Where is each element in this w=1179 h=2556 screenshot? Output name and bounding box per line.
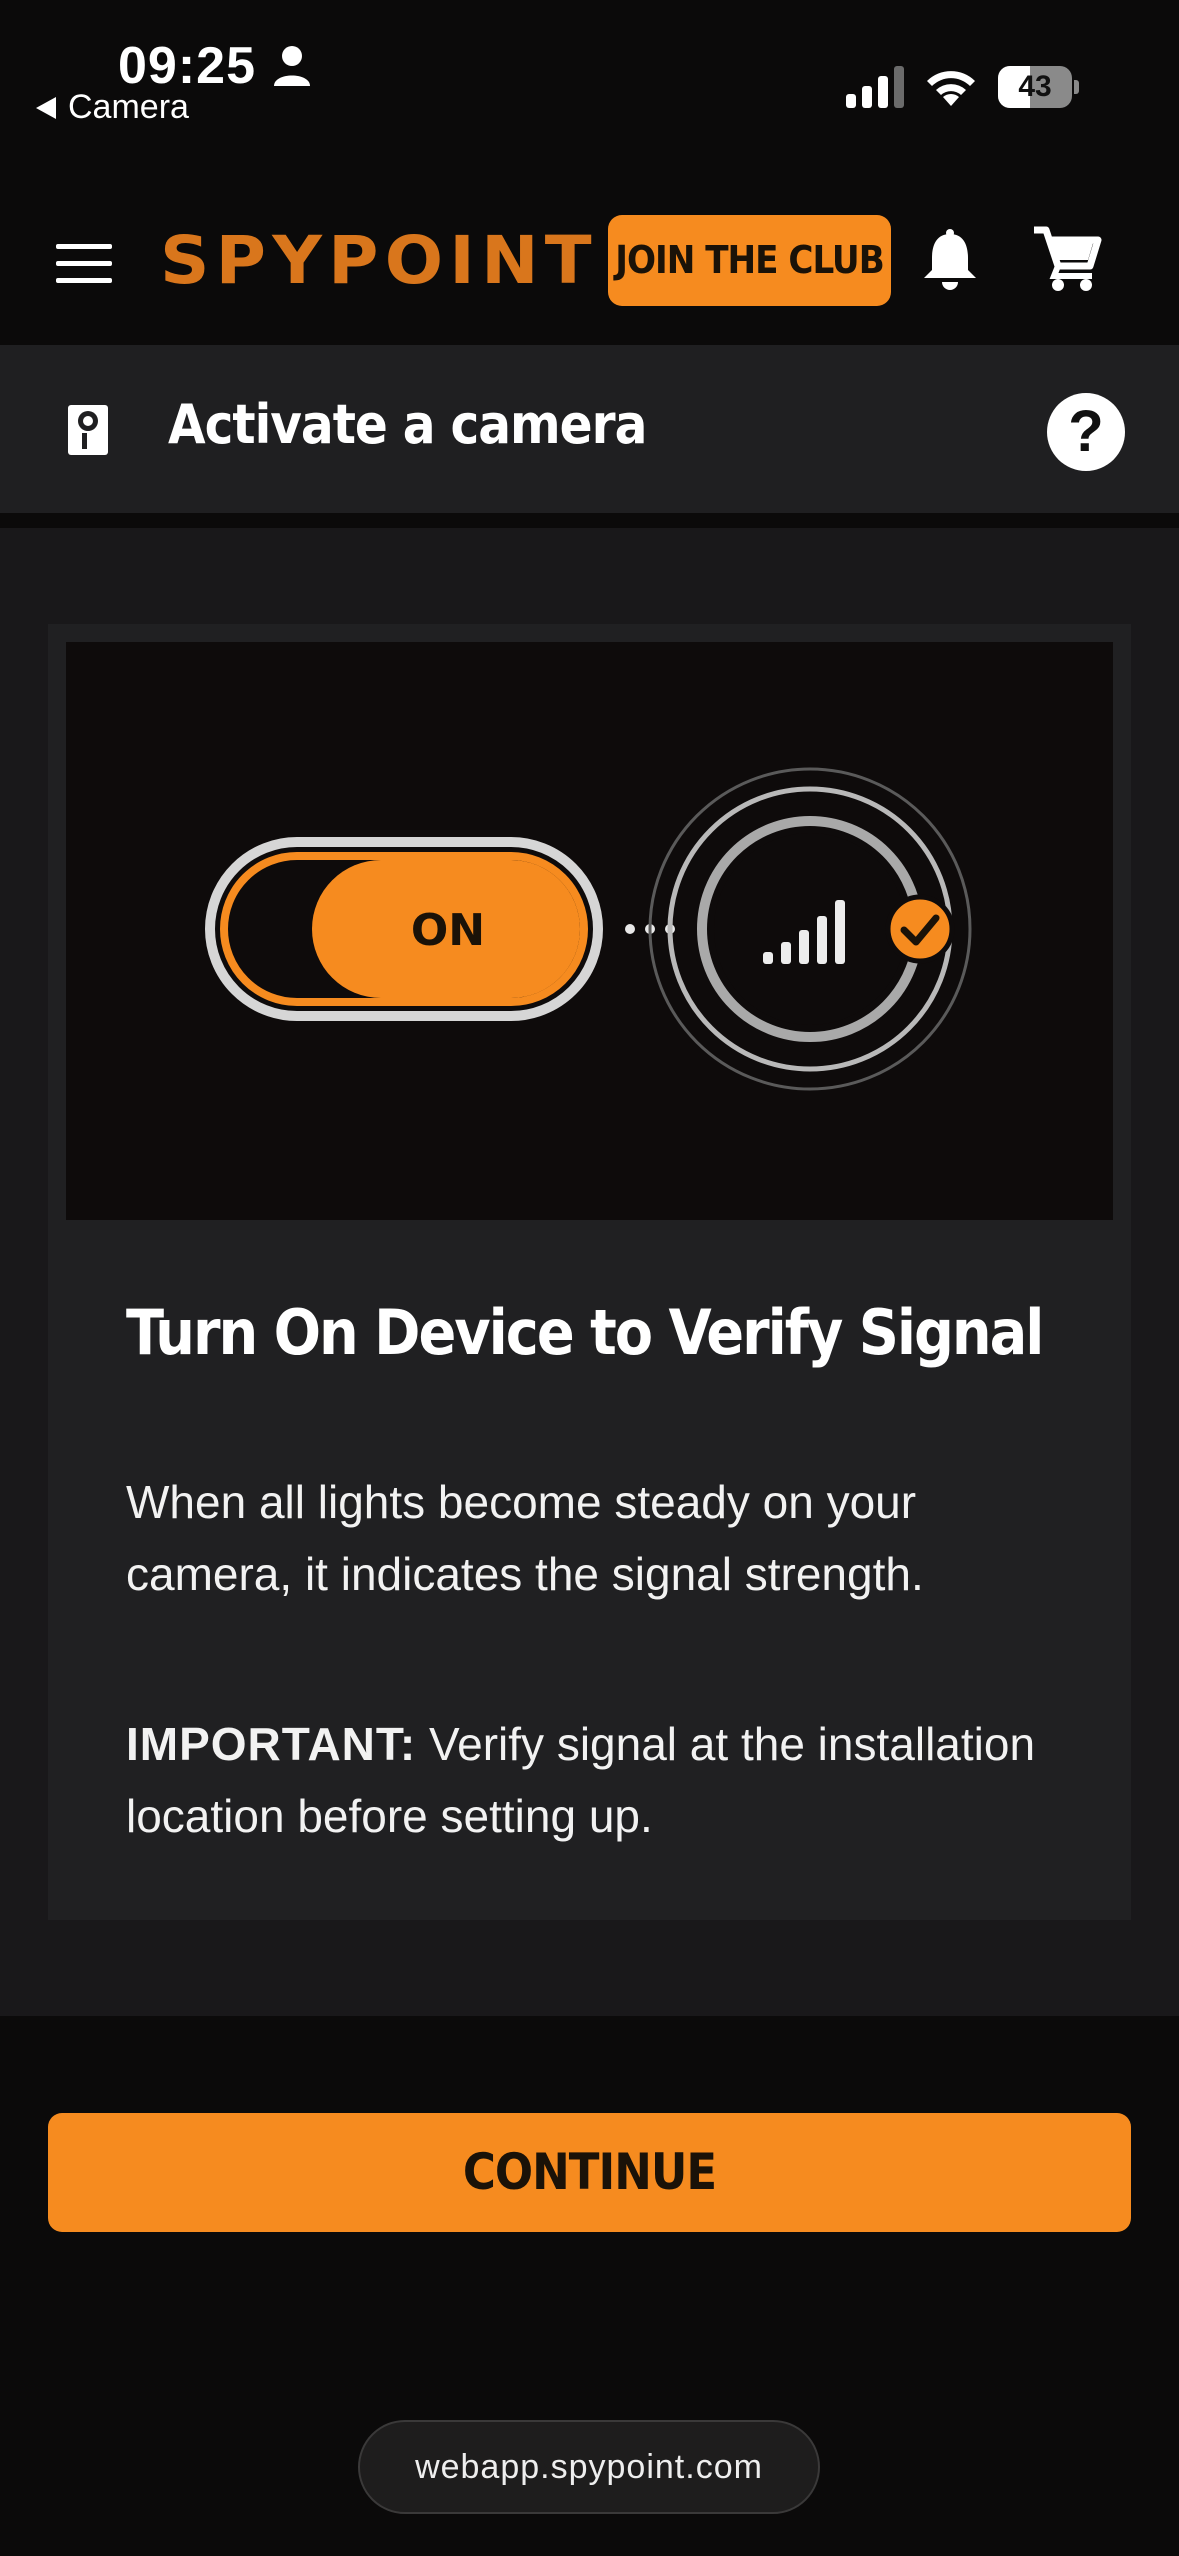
back-arrow-icon	[36, 96, 56, 119]
cart-icon[interactable]	[1032, 226, 1102, 292]
wifi-icon	[927, 71, 975, 106]
menu-icon[interactable]	[56, 244, 112, 284]
card-paragraph-important: IMPORTANT: Verify signal at the installa…	[126, 1708, 1086, 1852]
back-to-camera-link[interactable]: Camera	[36, 88, 189, 127]
bell-icon[interactable]	[922, 228, 978, 292]
trail-camera-icon	[68, 405, 108, 455]
card-paragraph-signal: When all lights become steady on your ca…	[126, 1476, 924, 1600]
card-title: Turn On Device to Verify Signal	[126, 1296, 1044, 1369]
continue-button[interactable]: CONTINUE	[48, 2113, 1131, 2232]
status-bar: 09:25 Camera 43	[0, 0, 1179, 150]
page-title: Activate a camera	[168, 393, 647, 456]
page: 09:25 Camera 43 SPYPOINT JOIN THE CLUB A…	[0, 0, 1179, 2556]
person-icon	[274, 46, 310, 86]
app-header: SPYPOINT JOIN THE CLUB	[0, 180, 1179, 342]
cellular-signal-icon	[846, 66, 904, 108]
battery-icon: 43	[998, 66, 1079, 108]
content-area: ON Turn On Device to Verify Signal When …	[0, 528, 1179, 2016]
browser-url-bar[interactable]: webapp.spypoint.com	[358, 2420, 820, 2514]
battery-percent: 43	[1018, 70, 1052, 103]
spypoint-logo[interactable]: SPYPOINT	[160, 218, 607, 304]
join-the-club-button[interactable]: JOIN THE CLUB	[608, 215, 891, 306]
help-icon[interactable]: ?	[1047, 393, 1125, 471]
signal-verification-illustration: ON	[66, 642, 1113, 1220]
back-link-label: Camera	[68, 88, 189, 126]
status-time: 09:25	[118, 37, 256, 95]
instruction-card: ON Turn On Device to Verify Signal When …	[48, 624, 1131, 1920]
page-subheader: Activate a camera ?	[0, 345, 1179, 513]
important-label: IMPORTANT:	[126, 1718, 417, 1770]
switch-on-label: ON	[411, 905, 485, 956]
checkmark-icon	[885, 894, 955, 964]
power-switch-graphic: ON	[205, 837, 603, 1021]
